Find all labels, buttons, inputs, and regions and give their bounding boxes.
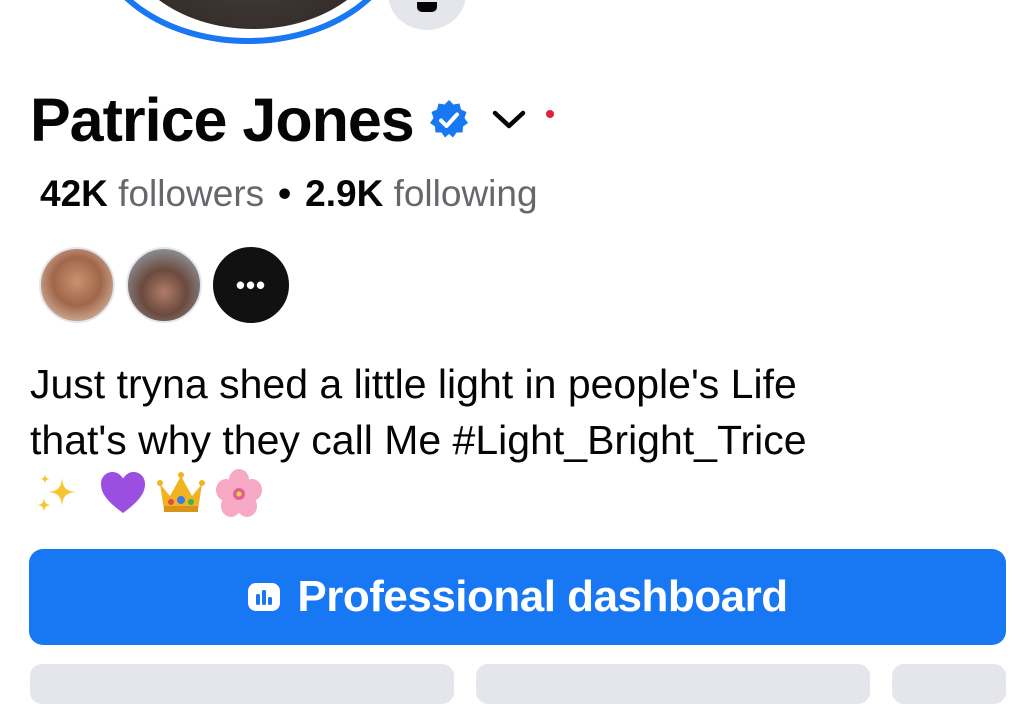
following-label[interactable]: following	[394, 173, 538, 214]
bio-line: that's why they call Me #Light_Bright_Tr…	[30, 417, 807, 463]
verified-badge-icon	[428, 99, 470, 141]
profile-avatar[interactable]	[92, 0, 404, 44]
friends-avatar-row: •••	[39, 247, 300, 323]
followers-count[interactable]: 42K	[40, 173, 108, 214]
friend-avatar[interactable]	[126, 247, 202, 323]
profile-photo	[118, 0, 388, 29]
cherry-blossom-icon	[214, 468, 264, 518]
stats-separator: •	[278, 173, 292, 214]
professional-dashboard-label: Professional dashboard	[297, 572, 788, 621]
more-friends-button[interactable]: •••	[213, 247, 289, 323]
profile-bio: Just tryna shed a little light in people…	[30, 356, 1020, 468]
camera-icon	[417, 2, 437, 12]
dashboard-chart-icon	[247, 580, 281, 614]
professional-dashboard-button[interactable]: Professional dashboard	[29, 549, 1006, 645]
followers-label[interactable]: followers	[118, 173, 264, 214]
purple-heart-icon	[98, 468, 148, 518]
edit-profile-photo-button[interactable]	[388, 0, 466, 30]
notification-dot	[545, 110, 554, 118]
following-count[interactable]: 2.9K	[305, 173, 383, 214]
secondary-action-button[interactable]	[476, 664, 870, 704]
bio-emojis	[32, 468, 272, 518]
secondary-action-button[interactable]	[30, 664, 454, 704]
secondary-action-button[interactable]	[892, 664, 1006, 704]
chevron-down-icon[interactable]	[492, 109, 526, 131]
profile-stats: 42K followers • 2.9K following	[40, 172, 538, 216]
bio-line: Just tryna shed a little light in people…	[30, 361, 797, 407]
profile-name-row: Patrice Jones	[30, 84, 554, 156]
sparkles-icon	[32, 468, 82, 518]
profile-name: Patrice Jones	[30, 85, 415, 154]
more-icon: •••	[235, 269, 267, 300]
friend-avatar[interactable]	[39, 247, 115, 323]
crown-icon	[156, 468, 206, 518]
